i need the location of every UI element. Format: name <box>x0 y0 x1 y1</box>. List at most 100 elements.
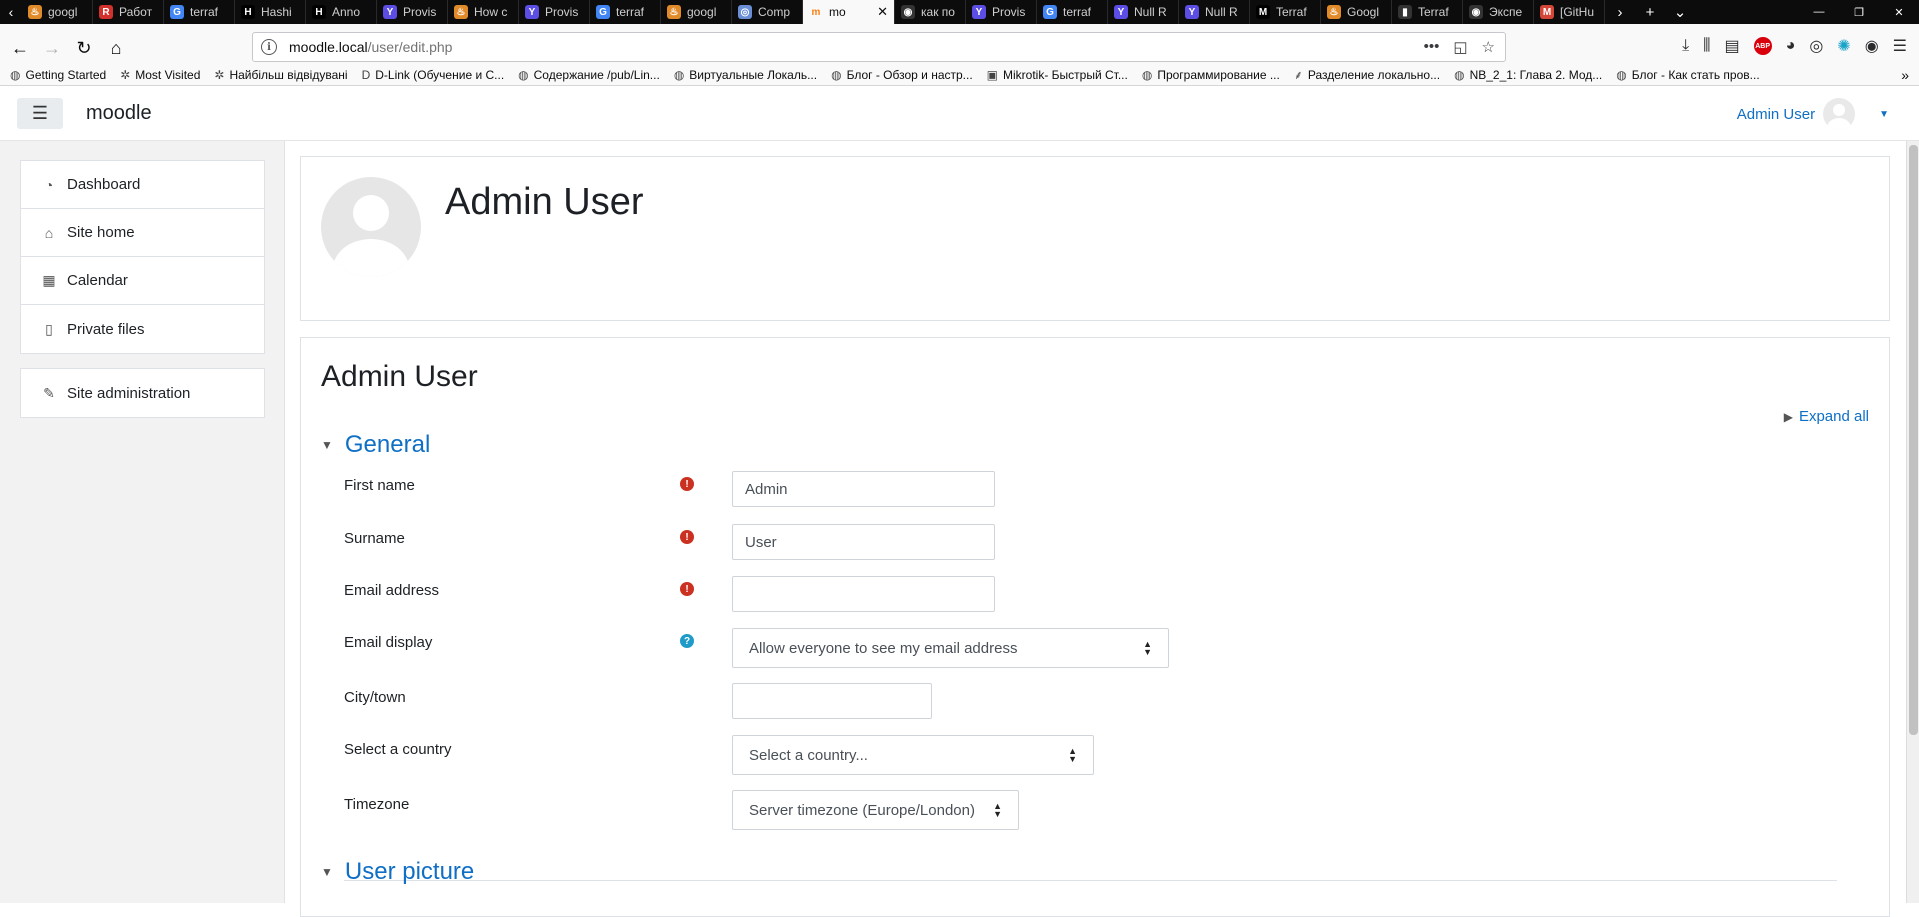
browser-tab[interactable]: Y Null R <box>1108 0 1179 24</box>
adblock-plus-icon[interactable]: ABP <box>1753 37 1772 55</box>
extension-sync-icon[interactable]: ◎ <box>1809 36 1823 56</box>
extension-gear-icon[interactable]: ✺ <box>1837 36 1850 56</box>
required-icon: ! <box>680 477 694 491</box>
tab-scroll-left-icon[interactable]: ‹ <box>0 0 22 24</box>
browser-tab[interactable]: ♨ How c <box>448 0 519 24</box>
browser-tab[interactable]: Gterraf <box>590 0 661 24</box>
sidebar-item-label: Private files <box>67 320 145 338</box>
reload-icon[interactable]: ↻ <box>70 34 98 62</box>
tab-favicon-icon: Y <box>1185 5 1199 19</box>
browser-tab[interactable]: M [GitHu <box>1534 0 1605 24</box>
bookmarks-overflow-icon[interactable]: » <box>1901 67 1919 83</box>
browser-tab[interactable]: Y Provis <box>377 0 448 24</box>
sidebar-item-calendar[interactable]: ▦ Calendar <box>21 257 264 305</box>
page-title: Admin User <box>321 360 478 393</box>
bookmark-star-icon[interactable]: ☆ <box>1482 38 1495 56</box>
library-icon[interactable]: ⫼ <box>1703 37 1710 55</box>
browser-tab[interactable]: ▮ Terraf <box>1392 0 1463 24</box>
page-scrollbar[interactable] <box>1906 141 1919 903</box>
window-close-icon[interactable]: ✕ <box>1879 0 1919 24</box>
minimize-icon[interactable]: — <box>1799 0 1839 24</box>
country-value: Select a country... <box>749 746 868 764</box>
pocket-icon[interactable]: ◱ <box>1453 38 1467 56</box>
bookmark-item[interactable]: ✲ Most Visited <box>120 66 200 83</box>
bookmark-item[interactable]: ◍ Getting Started <box>10 66 106 83</box>
browser-tab[interactable]: ♨ googl <box>661 0 732 24</box>
browser-tab[interactable]: ♨ googl <box>22 0 93 24</box>
surname-field[interactable]: User <box>732 524 995 560</box>
bookmark-item[interactable]: ◍ Программирование ... <box>1142 66 1280 83</box>
browser-tab[interactable]: Y Null R <box>1179 0 1250 24</box>
address-bar[interactable]: i moodle.local/user/edit.php ••• ◱ ☆ <box>252 32 1506 62</box>
user-menu-name[interactable]: Admin User <box>1737 106 1815 123</box>
help-icon[interactable]: ? <box>680 634 694 648</box>
browser-tab[interactable]: ♨ Googl <box>1321 0 1392 24</box>
page-actions-icon[interactable]: ••• <box>1424 38 1440 56</box>
browser-tab[interactable]: Y Provis <box>519 0 590 24</box>
list-all-tabs-icon[interactable]: ⌄ <box>1665 0 1695 24</box>
bookmark-item[interactable]: D D-Link (Обучение и С... <box>362 66 505 83</box>
user-menu[interactable]: Admin User ▼ <box>1737 98 1889 130</box>
forward-arrow-icon[interactable]: → <box>38 34 66 62</box>
bookmark-item[interactable]: ⸙ Разделение локально... <box>1294 66 1440 83</box>
sidebar-item-site-home[interactable]: ⌂ Site home <box>21 209 264 257</box>
site-info-icon[interactable]: i <box>261 39 277 55</box>
new-tab-icon[interactable]: + <box>1635 0 1665 24</box>
restore-icon[interactable]: ❐ <box>1839 0 1879 24</box>
triangle-right-icon: ▶ <box>1783 409 1793 424</box>
section-user-picture-toggle[interactable]: ▼ User picture <box>321 858 474 886</box>
first-name-field[interactable]: Admin <box>732 471 995 507</box>
drawer-toggle-icon[interactable]: ☰ <box>17 98 63 129</box>
caret-down-icon[interactable]: ▼ <box>1879 109 1889 120</box>
city-field[interactable] <box>732 683 932 719</box>
tab-label: terraf <box>616 5 645 19</box>
bookmark-item[interactable]: ✲ Найбільш відвідувані <box>214 66 347 83</box>
email-display-select[interactable]: Allow everyone to see my email address ▲… <box>732 628 1169 668</box>
sidebar-item-dashboard[interactable]: ◔ Dashboard <box>21 161 264 209</box>
timezone-select[interactable]: Server timezone (Europe/London) ▲ ▼ <box>732 790 1019 830</box>
sidebar-toggle-icon[interactable]: ▤ <box>1725 36 1740 56</box>
country-select[interactable]: Select a country... ▲ ▼ <box>732 735 1094 775</box>
url-path: /user/edit.php <box>367 39 453 55</box>
browser-tab-active[interactable]: m mo ✕ <box>803 0 895 24</box>
section-general-toggle[interactable]: ▼ General <box>321 431 430 459</box>
scrollbar-thumb[interactable] <box>1909 145 1918 735</box>
bookmark-item[interactable]: ◍ Блог - Обзор и настр... <box>831 66 973 83</box>
browser-tab[interactable]: ◉ Экспе <box>1463 0 1534 24</box>
browser-tab[interactable]: Gterraf <box>1037 0 1108 24</box>
browser-tab[interactable]: ◉ как по <box>895 0 966 24</box>
home-icon[interactable]: ⌂ <box>102 34 130 62</box>
avatar[interactable] <box>1823 98 1856 130</box>
tab-favicon-icon: ◎ <box>738 5 752 19</box>
back-arrow-icon[interactable]: ← <box>6 34 34 62</box>
bookmark-item[interactable]: ◍ Содержание /pub/Lin... <box>518 66 660 83</box>
bookmark-item[interactable]: ◍ Блог - Как стать пров... <box>1616 66 1759 83</box>
gear-icon: ✲ <box>214 67 225 82</box>
expand-all-link[interactable]: ▶ Expand all <box>1784 408 1869 425</box>
bookmark-item[interactable]: ◍ NB_2_1: Глава 2. Мод... <box>1454 66 1602 83</box>
sidebar-item-private-files[interactable]: ▯ Private files <box>21 305 264 353</box>
section-user-picture-title: User picture <box>344 858 475 885</box>
extension-elephant-icon[interactable]: ◕ <box>1786 37 1796 55</box>
downloads-icon[interactable]: ⤓ <box>1682 37 1689 55</box>
browser-tab[interactable]: R Работ <box>93 0 164 24</box>
browser-tab[interactable]: M Terraf <box>1250 0 1321 24</box>
site-brand[interactable]: moodle <box>86 102 152 125</box>
browser-tab[interactable]: Gterraf <box>164 0 235 24</box>
sidebar-item-site-administration[interactable]: ✎ Site administration <box>21 369 264 417</box>
bookmark-item[interactable]: ◍ Виртуальные Локаль... <box>674 66 817 83</box>
required-icon: ! <box>680 582 694 596</box>
file-icon: ▯ <box>45 320 53 337</box>
email-display-label: Email display <box>344 634 433 651</box>
menu-hamburger-icon[interactable]: ☰ <box>1893 36 1907 56</box>
tab-scroll-right-icon[interactable]: › <box>1605 0 1635 24</box>
section-divider <box>344 880 1837 881</box>
account-icon[interactable]: ◉ <box>1865 36 1879 56</box>
browser-tab[interactable]: ◎ Comp <box>732 0 803 24</box>
browser-tab[interactable]: H Anno <box>306 0 377 24</box>
email-field[interactable] <box>732 576 995 612</box>
bookmark-item[interactable]: ▣ Mikrotik- Быстрый Ст... <box>987 66 1128 83</box>
browser-tab[interactable]: H Hashi <box>235 0 306 24</box>
close-tab-icon[interactable]: ✕ <box>877 4 888 20</box>
browser-tab[interactable]: Y Provis <box>966 0 1037 24</box>
